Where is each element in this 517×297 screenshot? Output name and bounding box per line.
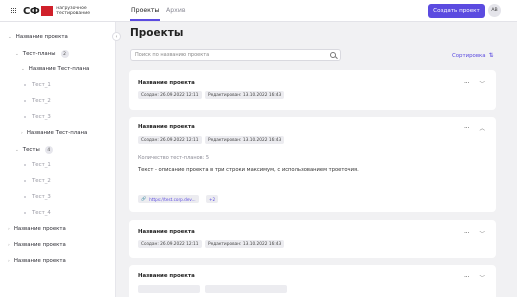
sidebar-test-plan[interactable]: › Название Тест-плана: [21, 130, 87, 136]
count-badge: 4: [44, 146, 53, 154]
chevron-right-icon[interactable]: ›: [8, 227, 10, 232]
card-title[interactable]: Название проекта: [138, 229, 195, 235]
create-project-button[interactable]: Создать проект: [428, 4, 485, 18]
created-tag: Создан: 26.09.2022 12:11: [138, 91, 202, 99]
card-title[interactable]: Название проекта: [138, 80, 195, 86]
search-icon[interactable]: [330, 52, 336, 58]
chevron-right-icon[interactable]: ›: [21, 131, 23, 136]
chevron-down-icon[interactable]: ⌄: [15, 52, 19, 57]
top-bar: СФ нагрузочное тестирование Проекты Архи…: [0, 0, 517, 22]
chevron-down-icon[interactable]: ⌄: [15, 148, 19, 153]
sidebar-test-item[interactable]: Тест_3: [24, 114, 51, 120]
chevron-right-icon[interactable]: ›: [8, 243, 10, 248]
edited-tag: Редактирован: 13.10.2022 16:43: [205, 91, 285, 99]
project-card[interactable]: Название проекта ··· ﹀: [129, 265, 496, 297]
tree-label: Тест_3: [32, 194, 51, 200]
bullet-icon: [24, 84, 26, 86]
tree-label: Название проекта: [13, 258, 66, 264]
tree-label: Тест_3: [32, 114, 51, 120]
bullet-icon: [24, 116, 26, 118]
tree-label: Название проекта: [15, 34, 68, 40]
sidebar-test-plan[interactable]: ⌄ Название Тест-плана: [21, 66, 89, 72]
bullet-icon: [24, 212, 26, 214]
link-icon: 🔗: [141, 196, 147, 201]
sidebar-test-item[interactable]: Тест_1: [24, 162, 51, 168]
tree-label: Тест_2: [32, 178, 51, 184]
search-placeholder: Поиск по названию проекта: [135, 52, 210, 58]
sidebar-test-item[interactable]: Тест_3: [24, 194, 51, 200]
more-icon[interactable]: ···: [464, 124, 470, 132]
collapse-sidebar-button[interactable]: ‹: [112, 32, 121, 41]
more-icon[interactable]: ···: [464, 229, 470, 237]
sidebar-project[interactable]: › Название проекта: [8, 242, 66, 248]
tab-archive[interactable]: Архив: [166, 7, 186, 14]
logo-text-line2: тестирование: [56, 11, 91, 16]
sidebar-project[interactable]: ⌄ Название проекта: [8, 34, 68, 40]
sidebar-project[interactable]: › Название проекта: [8, 226, 66, 232]
tree-label: Тест_1: [32, 82, 51, 88]
tree-label: Тест-планы: [22, 51, 56, 57]
tree-label: Тесты: [22, 147, 40, 153]
sidebar-test-item[interactable]: Тест_1: [24, 82, 51, 88]
tree-label: Название Тест-плана: [28, 66, 90, 72]
chevron-down-icon[interactable]: ﹀: [479, 80, 485, 88]
sort-label: Сортировка: [452, 52, 486, 59]
search-input[interactable]: Поиск по названию проекта: [130, 49, 341, 61]
page-title: Проекты: [130, 27, 184, 39]
bullet-icon: [24, 164, 26, 166]
tree-label: Тест_1: [32, 162, 51, 168]
tree-label: Тест_2: [32, 98, 51, 104]
apps-grid-icon[interactable]: [11, 8, 17, 14]
edited-tag: [205, 285, 287, 293]
tree-label: Название Тест-плана: [26, 130, 88, 136]
project-card-expanded[interactable]: Название проекта Создан: 26.09.2022 12:1…: [129, 117, 496, 212]
chevron-down-icon[interactable]: ﹀: [479, 230, 485, 238]
more-icon[interactable]: ···: [464, 273, 470, 281]
plans-count: Количество тест-планов: 5: [138, 155, 210, 161]
project-card[interactable]: Название проекта Создан: 26.09.2022 12:1…: [129, 70, 496, 110]
edited-tag: Редактирован: 13.10.2022 16:43: [205, 136, 285, 144]
bullet-icon: [24, 100, 26, 102]
more-links-badge[interactable]: +2: [206, 195, 219, 203]
logo-red-block: [41, 6, 54, 16]
sidebar-test-item[interactable]: Тест_2: [24, 98, 51, 104]
count-badge: 2: [60, 50, 69, 58]
avatar[interactable]: AB: [488, 4, 501, 17]
bullet-icon: [24, 180, 26, 182]
sidebar-project[interactable]: › Название проекта: [8, 258, 66, 264]
logo[interactable]: СФ нагрузочное тестирование: [23, 5, 90, 17]
sidebar-group-tests[interactable]: ⌄ Тесты 4: [15, 146, 53, 154]
tree-label: Название проекта: [13, 226, 66, 232]
chevron-right-icon[interactable]: ›: [8, 259, 10, 264]
logo-text: нагрузочное тестирование: [56, 6, 90, 16]
created-tag: Создан: 26.09.2022 12:11: [138, 136, 202, 144]
more-icon[interactable]: ···: [464, 79, 470, 87]
sidebar-test-item[interactable]: Тест_2: [24, 178, 51, 184]
chevron-up-icon[interactable]: ︿: [479, 124, 485, 132]
project-card[interactable]: Название проекта Создан: 26.09.2022 12:1…: [129, 220, 496, 258]
link-text: https://test.corp.dev...: [149, 196, 196, 202]
tree-label: Название проекта: [13, 242, 66, 248]
logo-mark: СФ: [23, 5, 40, 17]
created-tag: Создан: 26.09.2022 12:11: [138, 240, 202, 248]
tab-projects[interactable]: Проекты: [129, 7, 161, 21]
sidebar-test-item[interactable]: Тест_4: [24, 210, 51, 216]
project-description: Текст - описание проекта в три строки ма…: [138, 167, 359, 173]
edited-tag: Редактирован: 13.10.2022 16:43: [205, 240, 285, 248]
chevron-down-icon[interactable]: ﹀: [479, 274, 485, 282]
sort-button[interactable]: Сортировка ⇅: [452, 52, 494, 59]
sidebar-group-test-plans[interactable]: ⌄ Тест-планы 2: [15, 50, 69, 58]
card-title[interactable]: Название проекта: [138, 273, 195, 279]
chevron-down-icon[interactable]: ⌄: [8, 35, 12, 40]
created-tag: [138, 285, 200, 293]
card-title[interactable]: Название проекта: [138, 124, 195, 130]
project-link[interactable]: 🔗 https://test.corp.dev...: [138, 195, 199, 203]
chevron-down-icon[interactable]: ⌄: [21, 67, 25, 72]
bullet-icon: [24, 196, 26, 198]
tree-label: Тест_4: [32, 210, 51, 216]
chevron-left-icon: ‹: [115, 33, 118, 40]
sort-arrows-icon: ⇅: [488, 52, 494, 59]
sidebar: ⌄ Название проекта ⌄ Тест-планы 2 ⌄ Назв…: [0, 22, 116, 297]
